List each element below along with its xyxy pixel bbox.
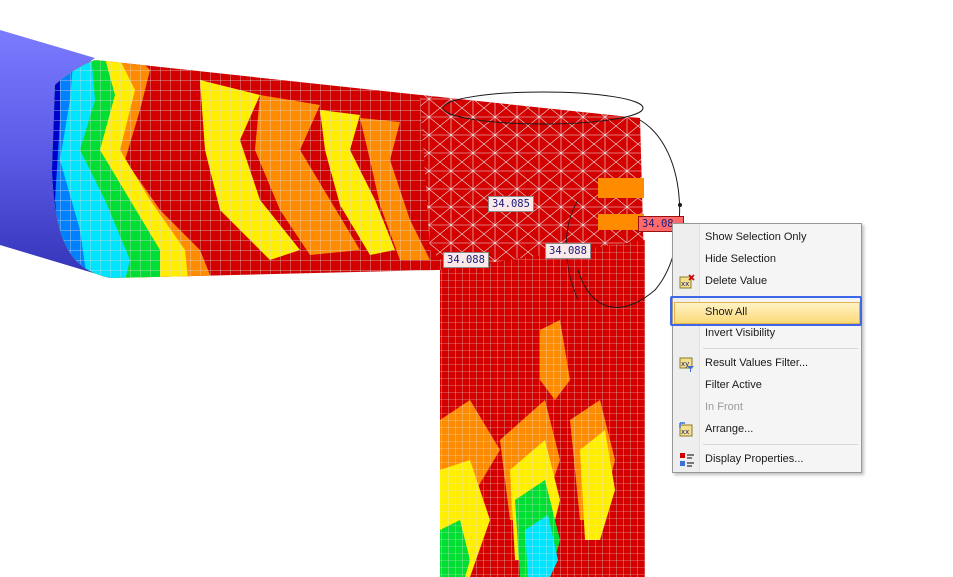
delete-value-icon: xx bbox=[679, 274, 695, 289]
focus-highlight-ring bbox=[670, 296, 862, 326]
arrange-icon: xx bbox=[679, 422, 693, 437]
result-value-label[interactable]: 34.088 bbox=[545, 243, 591, 259]
menu-item-label: Arrange... bbox=[705, 423, 754, 435]
menu-item-result-values-filter[interactable]: xy Result Values Filter... bbox=[675, 354, 859, 374]
menu-separator bbox=[703, 444, 858, 445]
menu-item-label: Display Properties... bbox=[705, 453, 804, 465]
menu-item-label: Invert Visibility bbox=[705, 327, 776, 339]
result-value-label[interactable]: 34.085 bbox=[488, 196, 534, 212]
elbow-orange-band bbox=[598, 178, 644, 198]
menu-item-display-properties[interactable]: Display Properties... bbox=[675, 450, 859, 470]
menu-item-label: Show Selection Only bbox=[705, 231, 807, 243]
svg-text:xx: xx bbox=[681, 280, 689, 288]
menu-item-label: In Front bbox=[705, 401, 743, 413]
menu-item-arrange[interactable]: xx Arrange... bbox=[675, 420, 859, 440]
menu-item-invert-visibility[interactable]: Invert Visibility bbox=[675, 324, 859, 344]
menu-item-label: Delete Value bbox=[705, 275, 768, 287]
node-marker bbox=[678, 203, 682, 207]
menu-item-hide-selection[interactable]: Hide Selection bbox=[675, 250, 859, 270]
svg-text:xx: xx bbox=[681, 428, 689, 436]
context-menu: Show Selection Only Hide Selection xx De… bbox=[672, 223, 862, 473]
menu-item-in-front: In Front bbox=[675, 398, 859, 418]
menu-separator bbox=[703, 348, 858, 349]
menu-item-delete-value[interactable]: xx Delete Value bbox=[675, 272, 859, 292]
menu-item-label: Filter Active bbox=[705, 379, 762, 391]
vertical-pipe-mesh bbox=[440, 240, 645, 577]
result-values-filter-icon: xy bbox=[679, 357, 694, 372]
menu-item-label: Hide Selection bbox=[705, 253, 776, 265]
menu-item-label: Result Values Filter... bbox=[705, 357, 809, 369]
result-value-label[interactable]: 34.088 bbox=[443, 252, 489, 268]
display-properties-icon bbox=[680, 453, 694, 467]
menu-item-filter-active[interactable]: Filter Active bbox=[675, 376, 859, 396]
menu-item-show-selection-only[interactable]: Show Selection Only bbox=[675, 228, 859, 248]
